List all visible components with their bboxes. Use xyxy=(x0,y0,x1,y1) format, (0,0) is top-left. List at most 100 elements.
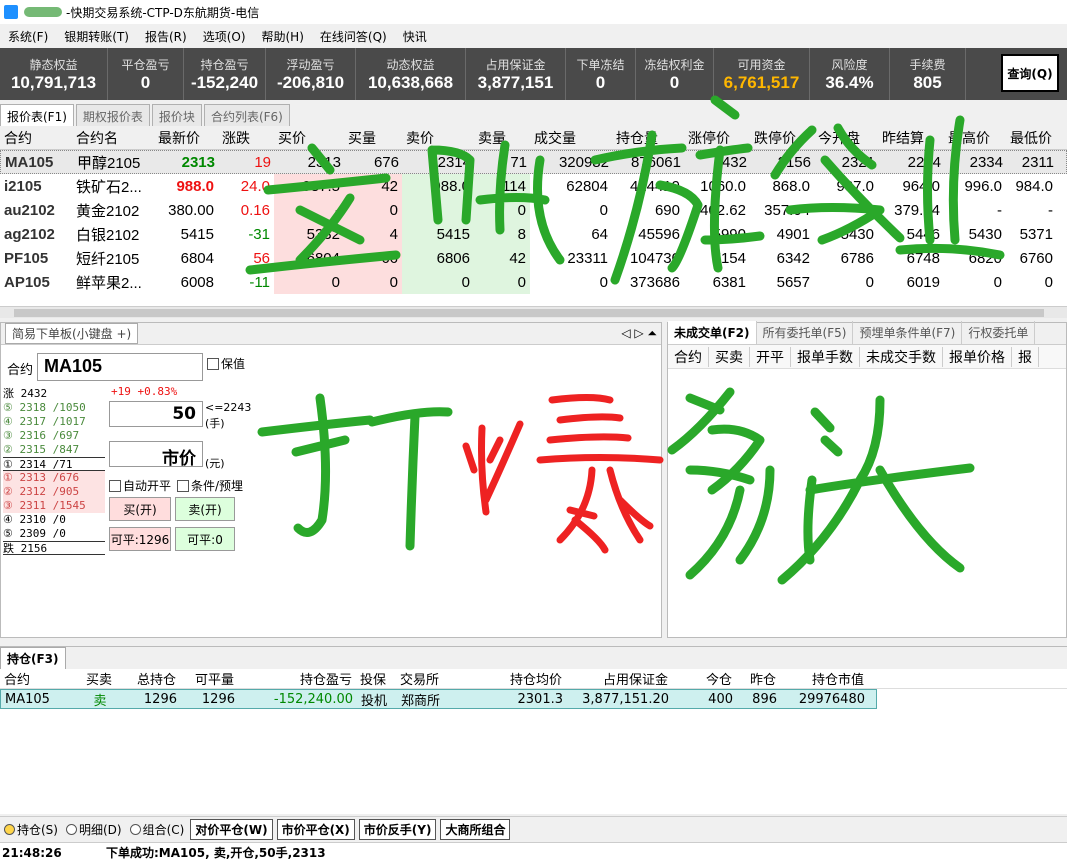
quote-header-cell[interactable]: 卖量 xyxy=(474,126,530,149)
quote-header-cell[interactable]: 卖价 xyxy=(402,126,474,149)
ladder-level[interactable]: ⑤ 2318 /1050 xyxy=(3,401,105,415)
orders-header-cell[interactable]: 报单价格 xyxy=(943,346,1012,367)
view-radio[interactable]: 组合(C) xyxy=(129,821,184,838)
ladder-level[interactable]: ④ 2310 /0 xyxy=(3,513,105,527)
menu-item[interactable]: 选项(O) xyxy=(195,28,254,45)
orders-tab[interactable]: 预埋单条件单(F7) xyxy=(853,321,963,344)
sell-open-button[interactable]: 卖(开) xyxy=(175,497,235,521)
orders-tab[interactable]: 未成交单(F2) xyxy=(668,321,757,344)
ladder-level[interactable]: 跌 2156 xyxy=(3,541,105,555)
menu-item[interactable]: 在线问答(Q) xyxy=(312,28,395,45)
positions-header-cell[interactable]: 持仓市值 xyxy=(780,669,868,688)
quote-row[interactable]: au2102 黄金2102 380.00 0.16-0-0 0 690 402.62 357.… xyxy=(0,198,1067,222)
auto-open-close-checkbox[interactable]: 自动开平 xyxy=(109,477,171,494)
quote-header-cell[interactable]: 成交量 xyxy=(530,126,612,149)
positions-header-cell[interactable]: 昨仓 xyxy=(736,669,780,688)
quote-tab[interactable]: 合约列表(F6) xyxy=(203,104,290,126)
ladder-level[interactable]: ① 2313 /676 xyxy=(3,471,105,485)
ladder-level[interactable]: 涨 2432 xyxy=(3,387,105,401)
quote-header-cell[interactable]: 涨跌 xyxy=(218,126,274,149)
quote-row[interactable]: ag2102 白银2102 5415 -31 5332 4 5415 8 64 45596 5990… xyxy=(0,222,1067,246)
quote-header-cell[interactable]: 今开盘 xyxy=(814,126,878,149)
close-sell-button[interactable]: 可平:0 xyxy=(175,527,235,551)
price-input[interactable]: 市价 xyxy=(109,441,203,469)
quote-header-cell[interactable]: 合约名 xyxy=(72,126,154,149)
quote-cell: 2156 xyxy=(777,153,811,171)
quote-header-cell[interactable]: 合约 xyxy=(0,126,72,149)
quote-header-cell[interactable]: 跌停价 xyxy=(750,126,814,149)
orders-header-cell[interactable]: 报单手数 xyxy=(791,346,860,367)
ladder-level[interactable]: ② 2312 /905 xyxy=(3,485,105,499)
orders-header-cell[interactable]: 报 xyxy=(1012,346,1039,367)
ladder-level[interactable]: ⑤ 2309 /0 xyxy=(3,527,105,541)
window-title: -快期交易系统-CTP-D东航期货-电信 xyxy=(66,5,260,20)
position-cell: 896 xyxy=(752,691,777,707)
quote-header-cell[interactable]: 买量 xyxy=(344,126,402,149)
positions-header-cell[interactable]: 占用保证金 xyxy=(566,669,672,688)
quote-header-cell[interactable]: 买价 xyxy=(274,126,344,149)
positions-header-cell[interactable]: 交易所 xyxy=(396,669,466,688)
hedge-label: 保值 xyxy=(221,357,246,371)
quote-header-cell[interactable]: 最高价 xyxy=(944,126,1006,149)
quote-row[interactable]: PF105 短纤2105 6804 56 6804 66 6806 42 23311 104730… xyxy=(0,246,1067,270)
quote-tab[interactable]: 报价块 xyxy=(151,104,202,126)
ladder-level[interactable]: ① 2314 /71 xyxy=(3,457,105,471)
quote-horizontal-scrollbar[interactable] xyxy=(0,306,1067,318)
summary-cell: 持仓盈亏 -152,240 xyxy=(184,48,266,100)
positions-header-cell[interactable]: 持仓盈亏 xyxy=(238,669,356,688)
quote-cell: 6008 xyxy=(180,273,214,291)
view-radio[interactable]: 持仓(S) xyxy=(4,821,58,838)
positions-header-cell[interactable]: 可平量 xyxy=(180,669,238,688)
positions-header-cell[interactable]: 今仓 xyxy=(672,669,736,688)
quote-header-cell[interactable]: 持仓量 xyxy=(612,126,684,149)
quote-header-cell[interactable]: 最新价 xyxy=(154,126,218,149)
ladder-level[interactable]: ④ 2317 /1017 xyxy=(3,415,105,429)
quote-header-cell[interactable]: 最低价 xyxy=(1006,126,1057,149)
menu-item[interactable]: 报告(R) xyxy=(137,28,195,45)
hedge-checkbox[interactable]: 保值 xyxy=(207,355,245,372)
orders-header-cell[interactable]: 合约 xyxy=(668,346,709,367)
position-action-button[interactable]: 对价平仓(W) xyxy=(190,819,273,840)
orders-header-cell[interactable]: 买卖 xyxy=(709,346,750,367)
quote-row[interactable]: AP105 鲜苹果2... 6008 -11 0 0 0 0 0 373686 6381 5657 0 6… xyxy=(0,270,1067,294)
positions-header-cell[interactable]: 买卖 xyxy=(78,669,120,688)
position-action-button[interactable]: 市价反手(Y) xyxy=(358,819,437,840)
orders-tab[interactable]: 行权委托单 xyxy=(962,321,1036,344)
menu-item[interactable]: 快讯 xyxy=(395,28,435,45)
ladder-level[interactable]: ③ 2311 /1545 xyxy=(3,499,105,513)
quantity-input[interactable]: 50 xyxy=(109,401,203,427)
quote-header-cell[interactable]: 涨停价 xyxy=(684,126,750,149)
quote-header-cell[interactable]: 昨结算 xyxy=(878,126,944,149)
quote-tab[interactable]: 期权报价表 xyxy=(75,104,150,126)
menu-item[interactable]: 银期转账(T) xyxy=(56,28,137,45)
menu-item[interactable]: 系统(F) xyxy=(0,28,56,45)
orders-header-cell[interactable]: 开平 xyxy=(750,346,791,367)
quote-tab[interactable]: 报价表(F1) xyxy=(0,104,74,126)
buy-open-button[interactable]: 买(开) xyxy=(109,497,171,521)
summary-value: 10,638,668 xyxy=(367,72,454,92)
ladder-level[interactable]: ② 2315 /847 xyxy=(3,443,105,457)
positions-tab[interactable]: 持仓(F3) xyxy=(0,647,66,669)
position-row[interactable]: MA105 卖 1296 1296 -152,240.00 投机 郑商所 2301.3 3,87… xyxy=(0,689,877,709)
close-buy-button[interactable]: 可平:1296 xyxy=(109,527,171,551)
positions-header-cell[interactable]: 持仓均价 xyxy=(466,669,566,688)
view-radio[interactable]: 明细(D) xyxy=(65,821,122,838)
symbol-input[interactable]: MA105 xyxy=(37,353,203,381)
quote-cell: 6748 xyxy=(906,249,940,267)
order-panel-tab[interactable]: 简易下单板(小键盘 +) xyxy=(5,323,139,344)
quote-cell: 5990 xyxy=(712,225,746,243)
quote-row[interactable]: MA105 甲醇2105 2313 19 2313 676 2314 71 320982 8760… xyxy=(0,150,1067,174)
conditional-checkbox[interactable]: 条件/预埋 xyxy=(177,477,243,494)
panel-nav-icons[interactable]: ◁ ▷ ⏶ xyxy=(621,326,657,341)
position-action-button[interactable]: 大商所组合 xyxy=(440,819,511,840)
positions-header-cell[interactable]: 合约 xyxy=(0,669,78,688)
positions-header-cell[interactable]: 总持仓 xyxy=(120,669,180,688)
quote-row[interactable]: i2105 铁矿石2... 988.0 24.0 987.5 42 988.0 114 6280… xyxy=(0,174,1067,198)
ladder-level[interactable]: ③ 2316 /697 xyxy=(3,429,105,443)
query-button[interactable]: 查询(Q) xyxy=(1001,54,1059,92)
orders-header-cell[interactable]: 未成交手数 xyxy=(860,346,943,367)
menu-item[interactable]: 帮助(H) xyxy=(254,28,312,45)
orders-tab[interactable]: 所有委托单(F5) xyxy=(757,321,854,344)
positions-header-cell[interactable]: 投保 xyxy=(356,669,396,688)
position-action-button[interactable]: 市价平仓(X) xyxy=(276,819,355,840)
